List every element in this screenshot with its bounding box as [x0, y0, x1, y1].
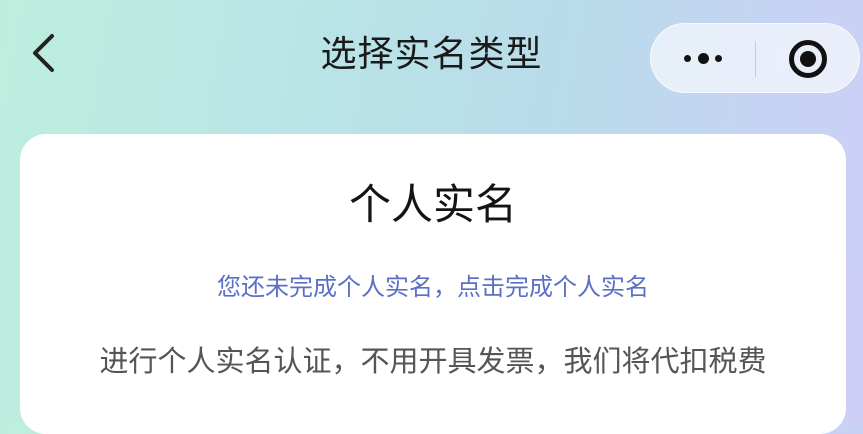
card-description: 进行个人实名认证，不用开具发票，我们将代扣税费	[99, 344, 767, 378]
close-button[interactable]	[756, 24, 860, 92]
more-button[interactable]	[651, 24, 755, 92]
mini-program-capsule	[650, 23, 860, 93]
navigation-bar: 选择实名类型	[0, 0, 863, 110]
personal-verification-card[interactable]: 个人实名 您还未完成个人实名，点击完成个人实名 进行个人实名认证，不用开具发票，…	[20, 134, 846, 434]
card-title: 个人实名	[348, 180, 517, 229]
complete-verification-link[interactable]: 您还未完成个人实名，点击完成个人实名	[20, 270, 846, 304]
